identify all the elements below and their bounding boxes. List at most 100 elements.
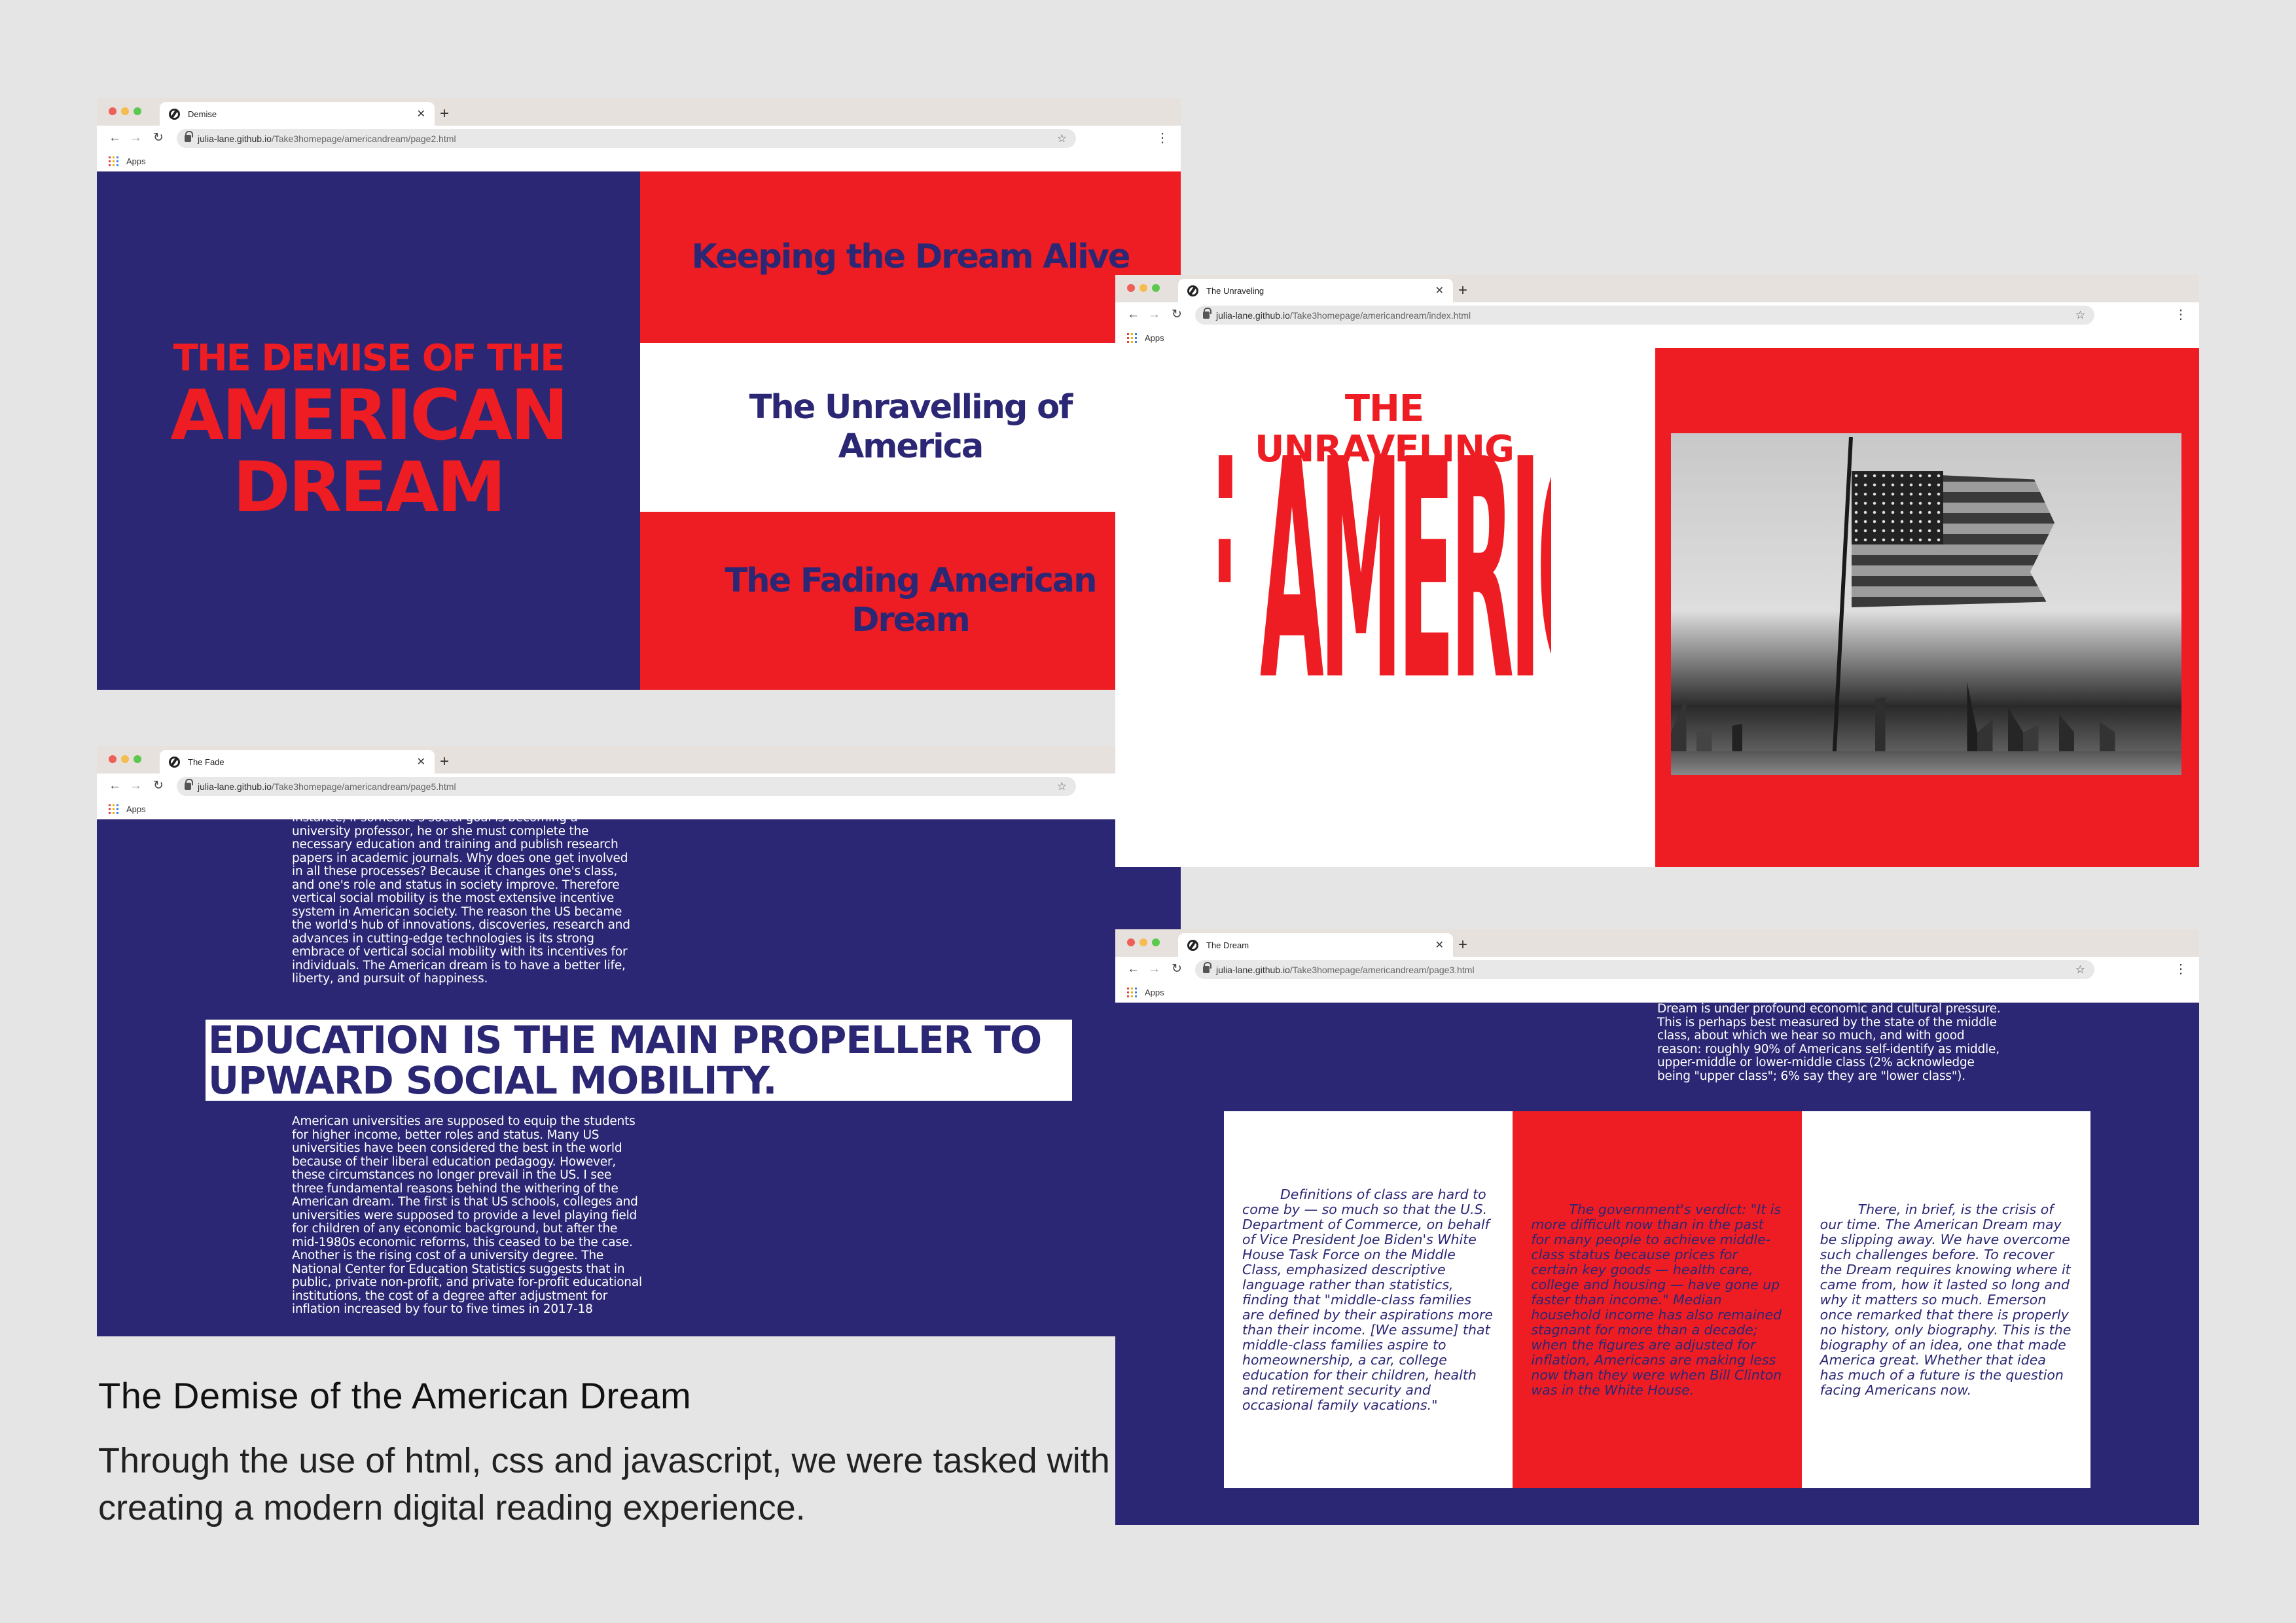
page-content: THE DEMISE OF THE AMERICAN DREAM Keeping… [97, 171, 1181, 690]
close-window-button[interactable] [1127, 284, 1135, 292]
browser-window-demise: Demise ✕ + ← → ↻ julia-lane.github.io/Ta… [97, 98, 1181, 690]
globe-icon [1187, 939, 1198, 951]
url-path: /Take3homepage/americandream/page2.html [271, 133, 456, 144]
hero-title-big-text: OF AMERICA [1219, 423, 1551, 730]
address-bar[interactable]: julia-lane.github.io/Take3homepage/ameri… [1195, 960, 2094, 979]
tab-demise[interactable]: Demise ✕ [160, 102, 435, 126]
close-window-button[interactable] [109, 107, 117, 115]
url-host: julia-lane.github.io [198, 781, 272, 792]
water [1671, 751, 2181, 775]
close-icon[interactable]: ✕ [1435, 938, 1444, 952]
reload-icon[interactable]: ↻ [1172, 306, 1182, 323]
url-path: /Take3homepage/americandream/page5.html [271, 781, 456, 792]
page-content: Dream is under profound economic and cul… [1115, 1003, 2199, 1525]
apps-grid-icon[interactable] [109, 804, 118, 814]
apps-bookmark[interactable]: Apps [126, 804, 146, 814]
apps-grid-icon[interactable] [1127, 332, 1137, 343]
window-controls [109, 107, 141, 115]
forward-arrow-icon[interactable]: → [130, 130, 142, 147]
apps-bookmark[interactable]: Apps [1145, 333, 1164, 343]
chapter-link-label: The Fading American Dream [725, 562, 1097, 639]
window-controls [109, 755, 141, 763]
new-tab-button[interactable]: + [1458, 279, 1467, 302]
apps-grid-icon[interactable] [1127, 987, 1137, 997]
bookmark-star-icon[interactable]: ☆ [1057, 780, 1067, 793]
maximize-window-button[interactable] [1152, 938, 1160, 946]
tab-bar: The Fade ✕ + [97, 746, 1181, 774]
browser-toolbar: ← → ↻ julia-lane.github.io/Take3homepage… [1115, 302, 2199, 327]
minimize-window-button[interactable] [1139, 938, 1147, 946]
maximize-window-button[interactable] [1152, 284, 1160, 292]
browser-toolbar: ← → ↻ julia-lane.github.io/Take3homepage… [97, 774, 1181, 798]
kebab-menu-icon[interactable]: ⋮ [2174, 961, 2187, 977]
back-arrow-icon[interactable]: ← [109, 777, 121, 794]
lock-icon [185, 779, 193, 790]
city-skyline [1671, 682, 2181, 754]
apps-grid-icon[interactable] [109, 156, 118, 166]
bookmarks-bar: Apps [1115, 982, 2199, 1003]
forward-arrow-icon[interactable]: → [1148, 306, 1160, 323]
close-icon[interactable]: ✕ [417, 755, 425, 768]
address-bar[interactable]: julia-lane.github.io/Take3homepage/ameri… [177, 129, 1076, 148]
apps-bookmark[interactable]: Apps [126, 156, 146, 166]
forward-arrow-icon[interactable]: → [130, 777, 142, 794]
browser-toolbar: ← → ↻ julia-lane.github.io/Take3homepage… [97, 126, 1181, 151]
quote-card: Definitions of class are hard to come by… [1224, 1111, 1513, 1488]
pull-quote-headline: EDUCATION IS THE MAIN PROPELLER TO UPWAR… [206, 1020, 1072, 1101]
tab-bar: The Dream ✕ + [1115, 929, 2199, 957]
bookmark-star-icon[interactable]: ☆ [2075, 963, 2085, 976]
new-tab-button[interactable]: + [1458, 933, 1467, 957]
minimize-window-button[interactable] [121, 107, 129, 115]
close-window-button[interactable] [1127, 938, 1135, 946]
tab-fade[interactable]: The Fade ✕ [160, 750, 435, 774]
chapter-link-fading-dream[interactable]: The Fading American Dream [640, 512, 1181, 690]
back-arrow-icon[interactable]: ← [109, 130, 121, 147]
chapter-link-keeping-dream[interactable]: Keeping the Dream Alive [640, 171, 1181, 343]
bookmark-star-icon[interactable]: ☆ [2075, 309, 2085, 322]
bookmark-star-icon[interactable]: ☆ [1057, 132, 1067, 145]
globe-icon [169, 756, 180, 768]
quote-card: The government's verdict: "It is more di… [1513, 1111, 1802, 1488]
back-arrow-icon[interactable]: ← [1127, 306, 1139, 323]
browser-window-unraveling: The Unraveling ✕ + ← → ↻ julia-lane.gith… [1115, 275, 2199, 867]
address-bar[interactable]: julia-lane.github.io/Take3homepage/ameri… [1195, 306, 2094, 325]
new-tab-button[interactable]: + [440, 102, 449, 126]
close-icon[interactable]: ✕ [417, 107, 425, 120]
tab-dream[interactable]: The Dream ✕ [1178, 933, 1453, 957]
url-host: julia-lane.github.io [198, 133, 272, 144]
maximize-window-button[interactable] [134, 755, 141, 763]
page-content: THE UNRAVELING OF AMERICA [1115, 348, 2199, 867]
quote-text: There, in brief, is the crisis of our ti… [1820, 1201, 2072, 1398]
hero-panel: THE DEMISE OF THE AMERICAN DREAM [97, 171, 640, 690]
hero-title-big: OF AMERICA [1219, 423, 1551, 730]
tab-title: The Unraveling [1206, 285, 1265, 296]
url-path: /Take3homepage/americandream/index.html [1289, 310, 1471, 321]
address-bar[interactable]: julia-lane.github.io/Take3homepage/ameri… [177, 777, 1076, 796]
maximize-window-button[interactable] [134, 107, 141, 115]
reload-icon[interactable]: ↻ [153, 777, 164, 794]
window-controls [1127, 938, 1160, 946]
title-panel: THE UNRAVELING OF AMERICA [1115, 348, 1655, 867]
reload-icon[interactable]: ↻ [1172, 961, 1182, 978]
close-icon[interactable]: ✕ [1435, 284, 1444, 297]
kebab-menu-icon[interactable]: ⋮ [1156, 130, 1169, 146]
tab-title: The Fade [188, 757, 224, 767]
chapter-link-unravelling[interactable]: The Unravelling of America [640, 343, 1181, 512]
minimize-window-button[interactable] [1139, 284, 1147, 292]
tab-unraveling[interactable]: The Unraveling ✕ [1178, 279, 1453, 302]
close-window-button[interactable] [109, 755, 117, 763]
forward-arrow-icon[interactable]: → [1148, 961, 1160, 978]
page-content: instance, if someone's social goal is be… [97, 819, 1181, 1336]
url-path: /Take3homepage/americandream/page3.html [1289, 964, 1475, 975]
back-arrow-icon[interactable]: ← [1127, 961, 1139, 978]
project-description: Through the use of html, css and javascr… [98, 1441, 1110, 1527]
reload-icon[interactable]: ↻ [153, 130, 164, 147]
apps-bookmark[interactable]: Apps [1145, 988, 1164, 997]
browser-toolbar: ← → ↻ julia-lane.github.io/Take3homepage… [1115, 957, 2199, 982]
new-tab-button[interactable]: + [440, 750, 449, 774]
kebab-menu-icon[interactable]: ⋮ [2174, 307, 2187, 323]
minimize-window-button[interactable] [121, 755, 129, 763]
tattered-flag-photo [1671, 433, 2181, 775]
quote-text: The government's verdict: "It is more di… [1531, 1201, 1782, 1398]
quote-cards: Definitions of class are hard to come by… [1224, 1111, 2090, 1488]
